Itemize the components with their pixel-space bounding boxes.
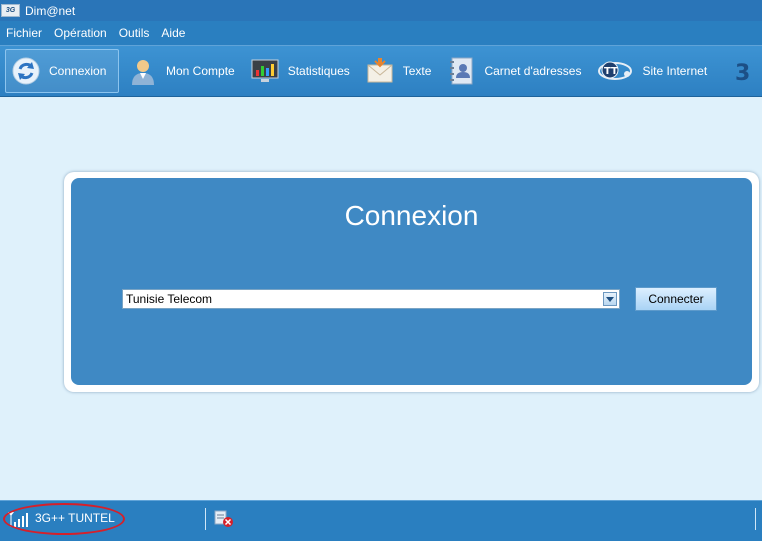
svg-text:3: 3 [735, 61, 750, 86]
refresh-icon [12, 57, 40, 85]
toolbar: Connexion Mon Compte Statistiques Texte [0, 46, 762, 97]
3g-logo-icon: 3 [735, 61, 750, 86]
toolbar-statistiques-label: Statistiques [287, 64, 350, 78]
toolbar-site-internet-label: Site Internet [642, 64, 708, 78]
profile-select-value: Tunisie Telecom [126, 292, 213, 306]
profile-select[interactable]: Tunisie Telecom [122, 289, 620, 309]
user-icon [132, 60, 154, 85]
status-separator [205, 508, 206, 530]
menu-bar: Fichier Opération Outils Aide [0, 21, 762, 46]
toolbar-texte-label: Texte [402, 64, 432, 78]
app-logo-icon: 3G [1, 4, 20, 17]
toolbar-statistiques-button[interactable]: Statistiques [245, 49, 356, 93]
toolbar-site-internet-button[interactable]: TT Site Internet [591, 49, 713, 93]
menu-aide[interactable]: Aide [155, 26, 191, 40]
connexion-panel: Connexion Tunisie Telecom Connecter [64, 172, 759, 392]
toolbar-mon-compte-button[interactable]: Mon Compte [123, 49, 241, 93]
title-bar: 3G Dim@net [0, 0, 762, 21]
toolbar-connexion-button[interactable]: Connexion [5, 49, 119, 93]
chevron-down-icon[interactable] [603, 292, 617, 306]
panel-title: Connexion [344, 200, 479, 231]
menu-outils[interactable]: Outils [113, 26, 156, 40]
status-bar: 3G++ TUNTEL [0, 500, 762, 541]
menu-operation[interactable]: Opération [48, 26, 113, 40]
toolbar-texte-button[interactable]: Texte [360, 49, 438, 93]
toolbar-carnet-adresses-label: Carnet d'adresses [484, 64, 582, 78]
connexion-panel-body: Connexion Tunisie Telecom Connecter [71, 178, 752, 385]
monitor-chart-icon [251, 59, 279, 82]
address-book-icon [450, 57, 473, 85]
highlight-circle [3, 503, 125, 535]
envelope-icon [367, 58, 393, 83]
status-separator-right [755, 508, 756, 530]
tunisie-telecom-logo-icon: TT [598, 61, 633, 80]
menu-fichier[interactable]: Fichier [0, 26, 48, 40]
toolbar-overflow-logo: 3 [731, 49, 751, 93]
toolbar-mon-compte-label: Mon Compte [166, 64, 235, 78]
toolbar-carnet-adresses-button[interactable]: Carnet d'adresses [441, 49, 587, 93]
connect-button[interactable]: Connecter [635, 287, 717, 311]
toolbar-connexion-label: Connexion [49, 64, 107, 78]
disconnected-status-icon [214, 510, 233, 527]
window-title: Dim@net [25, 3, 76, 18]
svg-text:TT: TT [604, 66, 618, 77]
